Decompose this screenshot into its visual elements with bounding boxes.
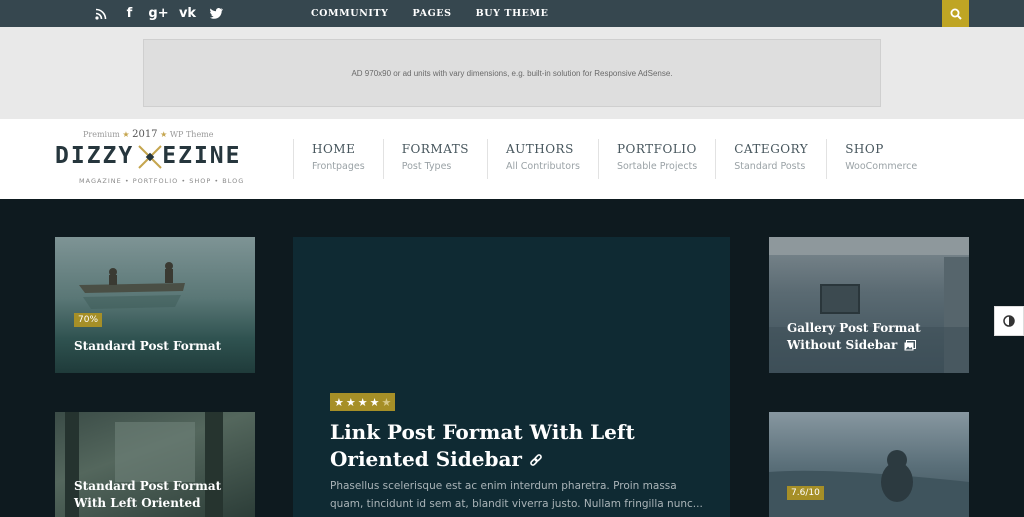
featured-post-card[interactable]: ★ ★ ★ ★ ★ Link Post Format With Left Ori… [293, 237, 730, 517]
featured-excerpt: Phasellus scelerisque est ac enim interd… [330, 477, 710, 513]
star-icon: ★ [334, 395, 344, 409]
nav-title: FORMATS [401, 142, 469, 156]
crossed-pens-icon [138, 145, 162, 169]
half-star-icon: ★ [381, 395, 392, 409]
featured-post-title[interactable]: Link Post Format With Left Oriented Side… [330, 419, 710, 473]
post-title-line1: Gallery Post Format [787, 321, 921, 335]
nav-title: AUTHORS [505, 142, 574, 156]
logo-left-word: DIZZY [55, 143, 135, 169]
logo-year: 2017 [132, 129, 158, 140]
star-icon: ★ [369, 395, 380, 409]
logo-premium-line: Premium ★ 2017 ★ WP Theme [83, 129, 214, 140]
top-nav-community[interactable]: COMMUNITY [311, 8, 389, 19]
star-icon: ★ [122, 130, 130, 139]
nav-item-formats[interactable]: FORMATS Post Types [382, 139, 487, 179]
top-nav-pages[interactable]: PAGES [413, 8, 452, 19]
nav-subtitle: Frontpages [312, 161, 365, 172]
score-badge: 70% [74, 313, 103, 327]
post-title-line2: With Left Oriented [74, 496, 201, 510]
logo-tagline: MAGAZINE • PORTFOLIO • SHOP • BLOG [79, 177, 245, 185]
ad-text: AD 970x90 or ad units with vary dimensio… [351, 68, 673, 78]
nav-subtitle: All Contributors [505, 161, 580, 172]
contrast-icon [1003, 315, 1015, 327]
nav-item-category[interactable]: CATEGORY Standard Posts [715, 139, 826, 179]
nav-item-home[interactable]: HOME Frontpages [293, 139, 383, 179]
nav-subtitle: Standard Posts [734, 161, 806, 172]
contrast-toggle[interactable] [994, 306, 1024, 336]
post-card-left-oriented[interactable]: Standard Post Format With Left Oriented [55, 412, 255, 517]
post-title[interactable]: Gallery Post Format Without Sidebar [787, 320, 921, 354]
star-icon: ★ [160, 130, 168, 139]
excerpt-line2: quam, tincidunt id sem at, blandit viver… [330, 498, 703, 510]
excerpt-line1: Phasellus scelerisque est ac enim interd… [330, 480, 677, 492]
star-icon: ★ [357, 395, 368, 409]
nav-title: PORTFOLIO [616, 142, 697, 156]
vk-glyph: vk [178, 6, 197, 21]
top-nav: COMMUNITY PAGES BUY THEME [311, 0, 548, 27]
search-button[interactable] [942, 0, 969, 27]
top-nav-buy-theme[interactable]: BUY THEME [476, 8, 549, 19]
ad-banner[interactable]: AD 970x90 or ad units with vary dimensio… [143, 39, 881, 107]
post-thumbnail [769, 450, 969, 517]
nav-item-portfolio[interactable]: PORTFOLIO Sortable Projects [597, 139, 715, 179]
google-plus-glyph: g+ [148, 6, 169, 21]
nav-title: SHOP [845, 142, 884, 156]
featured-title-line1: Link Post Format With Left [330, 420, 635, 444]
top-bar: f g+ vk COMMUNITY PAGES BUY THEME [0, 0, 1024, 27]
post-title[interactable]: Standard Post Format With Left Oriented [74, 478, 221, 512]
site-logo[interactable]: Premium ★ 2017 ★ WP Theme DIZZY EZINE MAG… [55, 129, 260, 189]
post-card-standard[interactable]: 70% Standard Post Format [55, 237, 255, 373]
twitter-icon[interactable] [202, 0, 231, 27]
site-header: Premium ★ 2017 ★ WP Theme DIZZY EZINE MAG… [0, 119, 1024, 199]
star-icon: ★ [345, 395, 356, 409]
post-card-review[interactable]: 7.6/10 [769, 412, 969, 517]
facebook-icon[interactable]: f [115, 0, 144, 27]
post-card-gallery[interactable]: Gallery Post Format Without Sidebar [769, 237, 969, 373]
gallery-icon [904, 340, 917, 351]
logo-premium: Premium [83, 130, 120, 139]
ad-area: AD 970x90 or ad units with vary dimensio… [0, 27, 1024, 119]
logo-right-word: EZINE [162, 143, 242, 169]
post-title-line2: Without Sidebar [787, 338, 898, 352]
search-icon [950, 8, 962, 20]
link-icon [530, 453, 542, 466]
nav-subtitle: WooCommerce [845, 161, 918, 172]
main-nav: HOME Frontpages FORMATS Post Types AUTHO… [293, 139, 935, 179]
rating-stars: ★ ★ ★ ★ ★ [330, 393, 396, 411]
vk-icon[interactable]: vk [173, 0, 202, 27]
facebook-glyph: f [126, 6, 133, 21]
nav-title: HOME [312, 142, 356, 156]
score-badge: 7.6/10 [787, 486, 824, 500]
google-plus-icon[interactable]: g+ [144, 0, 173, 27]
rss-icon[interactable] [86, 0, 115, 27]
social-links: f g+ vk [86, 0, 231, 27]
post-title-line1: Standard Post Format [74, 479, 222, 493]
logo-wp-theme: WP Theme [169, 130, 214, 139]
nav-item-authors[interactable]: AUTHORS All Contributors [486, 139, 598, 179]
featured-title-line2: Oriented Sidebar [330, 447, 522, 471]
nav-item-shop[interactable]: SHOP WooCommerce [826, 139, 935, 179]
nav-title: CATEGORY [734, 142, 809, 156]
nav-subtitle: Post Types [401, 161, 452, 172]
nav-subtitle: Sortable Projects [616, 161, 698, 172]
post-title[interactable]: Standard Post Format [74, 338, 221, 355]
